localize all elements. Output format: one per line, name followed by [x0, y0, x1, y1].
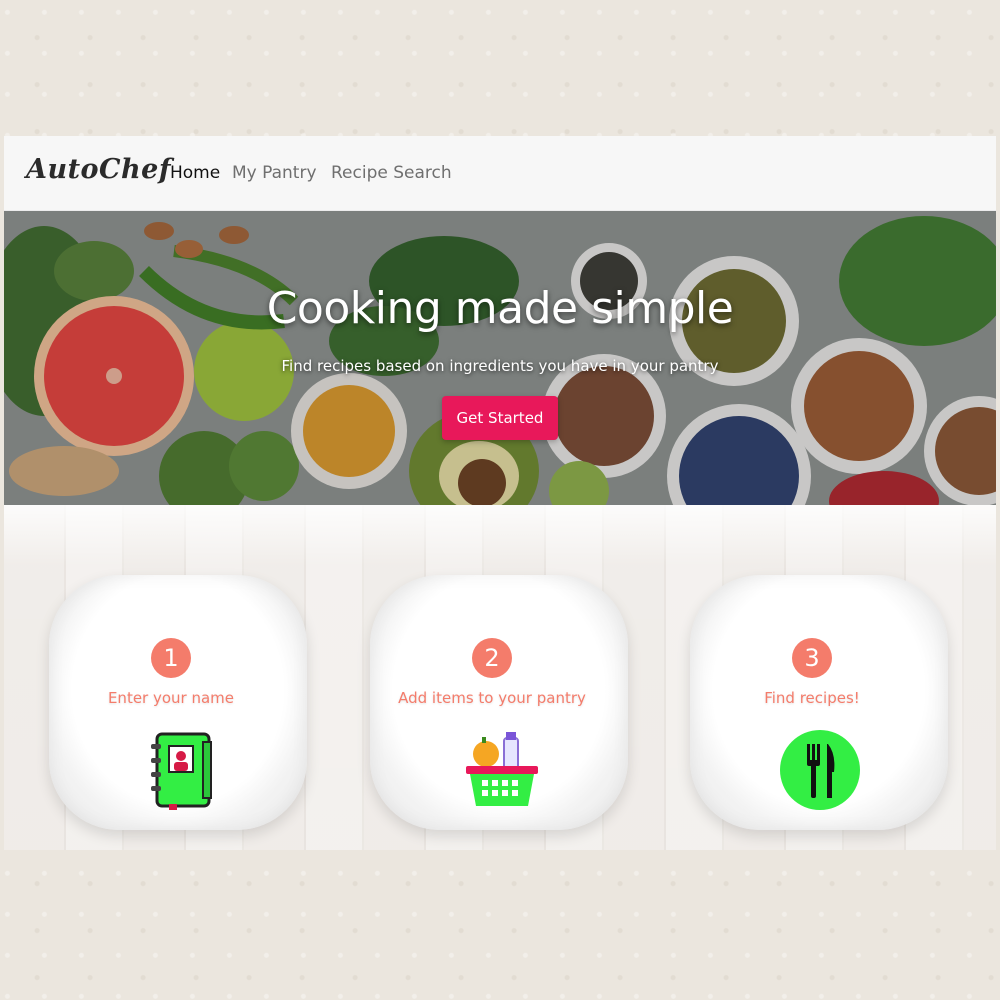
brand-logo[interactable]: AutoChef	[26, 154, 171, 185]
nav-link-my-pantry[interactable]: My Pantry	[232, 163, 317, 183]
address-book-icon	[151, 732, 212, 810]
step-card-1: 1 Enter your name	[49, 575, 307, 830]
steps-section: 1 Enter your name 2 Add items to your pa…	[4, 505, 996, 850]
hero-banner: Cooking made simple Find recipes based o…	[4, 211, 996, 505]
step-number-3: 3	[792, 638, 832, 678]
nav-link-recipe-search[interactable]: Recipe Search	[331, 163, 452, 183]
hero-title: Cooking made simple	[266, 283, 734, 334]
step-label-2: Add items to your pantry	[398, 689, 586, 707]
step-number-1: 1	[151, 638, 191, 678]
grocery-basket-icon	[466, 732, 538, 806]
step-card-3: 3 Find recipes!	[690, 575, 948, 830]
nav-link-home[interactable]: Home	[170, 163, 220, 183]
hero-subtitle: Find recipes based on ingredients you ha…	[281, 357, 719, 375]
navbar: AutoChef Home My Pantry Recipe Search	[4, 136, 996, 211]
step-label-1: Enter your name	[107, 689, 235, 707]
step-number-2: 2	[472, 638, 512, 678]
website: AutoChef Home My Pantry Recipe Search Co…	[4, 136, 996, 850]
step-label-3: Find recipes!	[764, 689, 860, 707]
fork-knife-icon	[780, 730, 860, 810]
step-card-2: 2 Add items to your pantry	[370, 575, 628, 830]
get-started-button[interactable]: Get Started	[442, 396, 558, 440]
